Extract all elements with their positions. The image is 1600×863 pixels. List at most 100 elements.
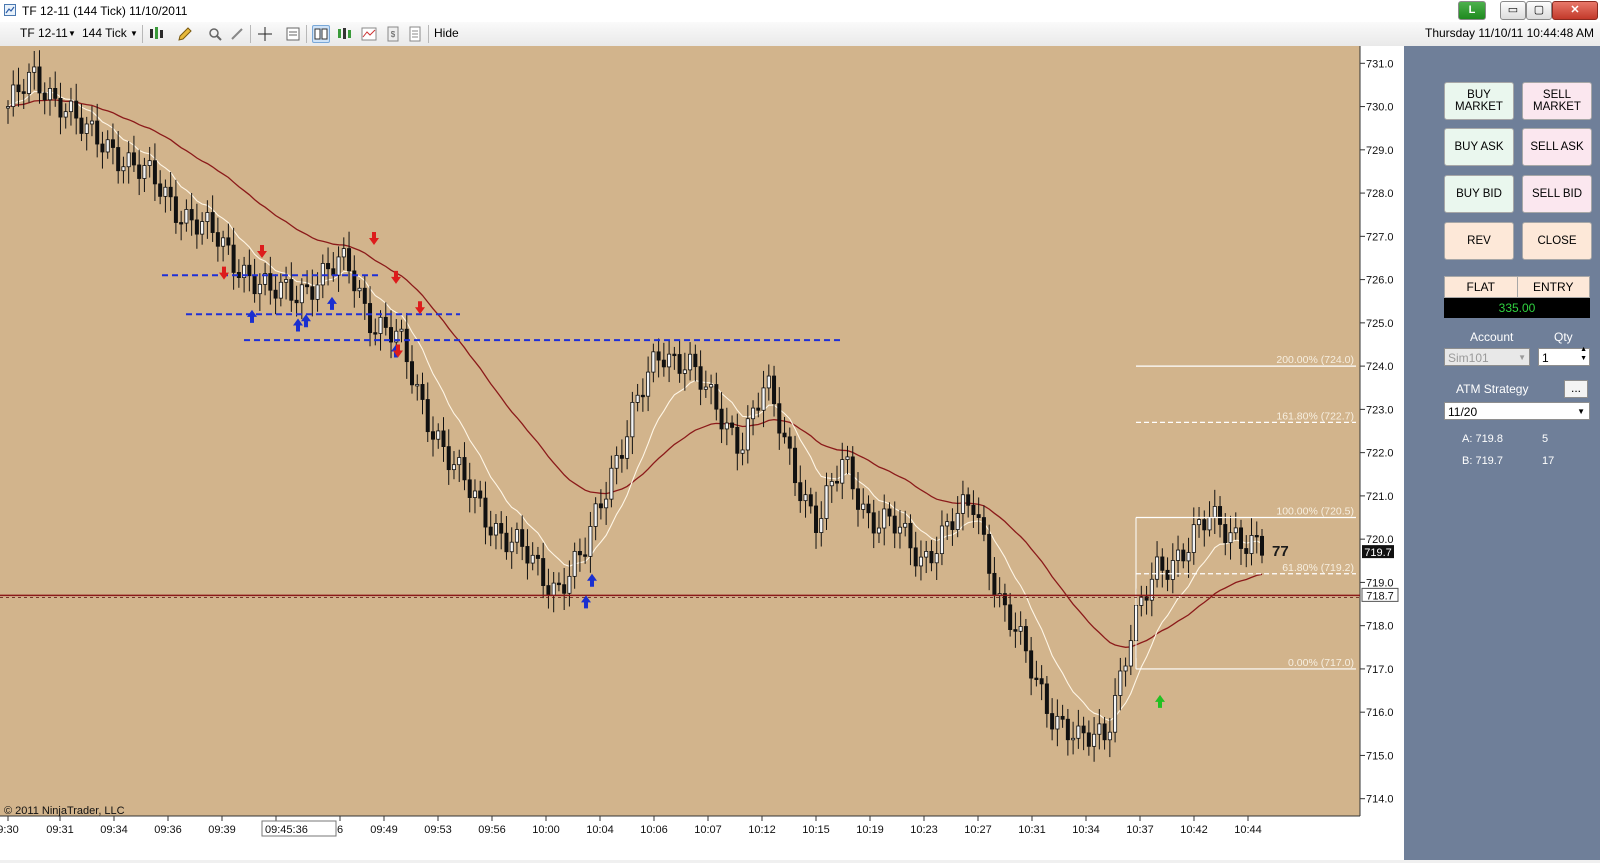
candle-body[interactable]	[499, 523, 504, 534]
candle-body[interactable]	[855, 488, 860, 510]
candle-body[interactable]	[373, 332, 378, 335]
buy-market-button[interactable]: BUY MARKET	[1444, 82, 1514, 120]
candle-body[interactable]	[467, 479, 472, 498]
candle-body[interactable]	[142, 165, 147, 179]
candle-body[interactable]	[152, 160, 157, 185]
candle-body[interactable]	[1055, 715, 1060, 730]
candle-body[interactable]	[803, 494, 808, 502]
candle-body[interactable]	[1223, 524, 1228, 544]
candle-body[interactable]	[278, 281, 283, 299]
candle-body[interactable]	[960, 494, 965, 514]
candle-body[interactable]	[410, 361, 415, 386]
candle-body[interactable]	[1160, 556, 1165, 571]
candle-body[interactable]	[845, 456, 850, 460]
candle-body[interactable]	[719, 408, 724, 430]
candle-body[interactable]	[866, 503, 871, 514]
candle-body[interactable]	[352, 270, 357, 292]
candle-body[interactable]	[698, 366, 703, 390]
candle-body[interactable]	[430, 431, 435, 440]
candle-body[interactable]	[740, 449, 745, 454]
candle-body[interactable]	[751, 407, 756, 420]
candle-body[interactable]	[530, 554, 535, 564]
candle-body[interactable]	[934, 553, 939, 564]
candle-body[interactable]	[37, 66, 42, 94]
sell-bid-button[interactable]: SELL BID	[1522, 175, 1592, 213]
indicator-icon[interactable]	[360, 25, 378, 43]
candle-body[interactable]	[782, 432, 787, 438]
candle-body[interactable]	[777, 403, 782, 434]
candle-body[interactable]	[315, 284, 320, 300]
candle-body[interactable]	[1165, 569, 1170, 580]
time-axis[interactable]	[0, 816, 1404, 860]
candle-body[interactable]	[918, 556, 923, 567]
candle-body[interactable]	[924, 551, 929, 558]
candle-body[interactable]	[11, 84, 16, 107]
candle-body[interactable]	[1071, 737, 1076, 741]
candle-body[interactable]	[210, 212, 215, 233]
candle-body[interactable]	[131, 152, 136, 166]
bar-type-icon[interactable]	[148, 25, 166, 43]
candle-body[interactable]	[682, 369, 687, 374]
candle-body[interactable]	[1018, 626, 1023, 632]
candle-body[interactable]	[756, 407, 761, 411]
candle-body[interactable]	[1039, 678, 1044, 685]
properties-icon[interactable]	[284, 25, 302, 43]
candle-body[interactable]	[772, 375, 777, 405]
candle-body[interactable]	[1118, 670, 1123, 696]
candle-body[interactable]	[1207, 516, 1212, 531]
candle-body[interactable]	[105, 139, 110, 153]
candle-body[interactable]	[1249, 535, 1254, 554]
candle-body[interactable]	[116, 147, 121, 172]
candle-body[interactable]	[84, 123, 89, 134]
candle-body[interactable]	[383, 316, 388, 328]
candle-body[interactable]	[509, 541, 514, 553]
candle-body[interactable]	[89, 120, 94, 125]
candle-body[interactable]	[525, 546, 530, 564]
candle-body[interactable]	[819, 518, 824, 533]
candle-body[interactable]	[404, 328, 409, 363]
candle-body[interactable]	[21, 91, 26, 94]
candle-body[interactable]	[147, 160, 152, 166]
candle-body[interactable]	[1029, 650, 1034, 679]
candle-body[interactable]	[1239, 527, 1244, 549]
candle-body[interactable]	[221, 237, 226, 247]
reverse-button[interactable]: REV	[1444, 222, 1514, 260]
close-button[interactable]: ✕	[1552, 1, 1598, 20]
candle-body[interactable]	[1170, 560, 1175, 580]
candle-body[interactable]	[415, 384, 420, 387]
pan-icon[interactable]	[228, 25, 246, 43]
candle-body[interactable]	[273, 289, 278, 299]
candle-body[interactable]	[110, 139, 115, 148]
candle-body[interactable]	[16, 84, 21, 93]
candle-body[interactable]	[876, 527, 881, 534]
candle-body[interactable]	[189, 209, 194, 221]
candle-body[interactable]	[808, 494, 813, 507]
candle-body[interactable]	[336, 256, 341, 276]
candle-body[interactable]	[1086, 732, 1091, 747]
candle-body[interactable]	[950, 521, 955, 530]
candle-body[interactable]	[787, 436, 792, 449]
candle-body[interactable]	[284, 279, 289, 283]
candle-body[interactable]	[1186, 552, 1191, 562]
candle-body[interactable]	[667, 353, 672, 368]
candle-body[interactable]	[47, 88, 52, 101]
candle-body[interactable]	[1102, 723, 1107, 741]
candle-body[interactable]	[892, 515, 897, 534]
candle-body[interactable]	[173, 196, 178, 223]
candle-body[interactable]	[714, 384, 719, 410]
candle-body[interactable]	[58, 98, 63, 118]
candle-body[interactable]	[730, 422, 735, 428]
price-axis[interactable]	[1360, 46, 1404, 816]
candle-body[interactable]	[1044, 683, 1049, 714]
qty-stepper[interactable]: 1 ▲ ▼	[1538, 346, 1590, 366]
candle-body[interactable]	[598, 503, 603, 509]
candle-body[interactable]	[793, 447, 798, 484]
chart-canvas[interactable]: 200.00% (724.0) 161.80% (722.7) 100.00% (7…	[0, 46, 1434, 860]
candle-body[interactable]	[604, 498, 609, 509]
candle-body[interactable]	[326, 263, 331, 270]
candle-body[interactable]	[945, 521, 950, 527]
crosshair-icon[interactable]	[256, 25, 274, 43]
candle-body[interactable]	[829, 481, 834, 487]
candle-body[interactable]	[1107, 731, 1112, 741]
candle-body[interactable]	[1081, 725, 1086, 734]
